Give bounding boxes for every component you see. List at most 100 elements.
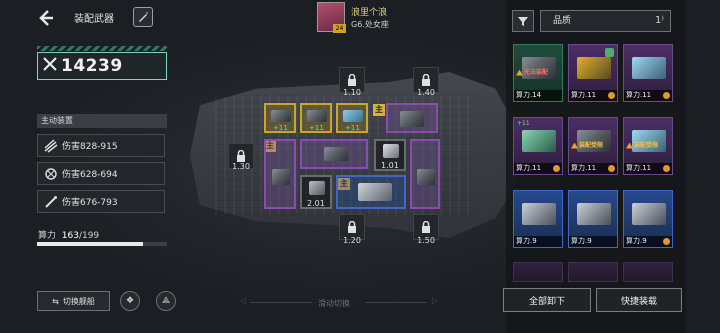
card-cap: 算力.11 [624, 163, 672, 174]
weapon-card[interactable]: 算力.9 [568, 190, 618, 248]
weapon-card-partial[interactable] [623, 262, 673, 282]
weapon-slot[interactable] [336, 175, 406, 209]
warning-text: 无法装配 [524, 69, 549, 76]
warning-text: 装配受限 [579, 142, 604, 149]
main-slot-tag: 主 [373, 104, 385, 116]
card-cap-text: 算力.11 [516, 164, 542, 172]
cannon-icon [577, 57, 611, 79]
chevron-right-icon[interactable]: ▷ [432, 296, 438, 305]
gear-item[interactable]: 伤害628-694 [37, 162, 165, 185]
gun-icon [417, 169, 435, 185]
card-cap-text: 算力.11 [571, 164, 597, 172]
card-cap-text: 算力.9 [626, 237, 647, 245]
quick-equip-button[interactable]: 快捷装载 [596, 288, 682, 312]
quality-select[interactable]: 品质 [540, 10, 671, 32]
swap-icon: ⇆ [52, 296, 59, 306]
status-dot-icon [608, 92, 615, 99]
card-cap-text: 算力.9 [571, 237, 592, 245]
capacity-title: 算力 [38, 231, 57, 241]
card-cap: 算力.11 [514, 163, 562, 174]
weapon-slot[interactable] [410, 139, 440, 209]
warning-icon [626, 142, 633, 149]
weapon-slot[interactable]: 2.01 [300, 175, 332, 209]
filter-button[interactable] [512, 10, 534, 32]
capacity-used: 163 [61, 231, 79, 241]
card-cap: 算力.9 [569, 236, 617, 247]
formation-icon: ❖ [125, 296, 135, 306]
card-cap: 算力.14 [514, 90, 562, 101]
weapon-card-partial[interactable] [513, 262, 563, 282]
weapon-slot[interactable]: +11 [336, 103, 368, 133]
weapon-slot[interactable] [386, 103, 438, 133]
gear-item-label: 伤害628-694 [62, 170, 118, 180]
pen-icon[interactable] [133, 7, 153, 27]
power-stripes [37, 46, 167, 51]
sort-icon[interactable]: 1⁾ [655, 15, 664, 26]
weapon-slot[interactable]: 1.01 [374, 139, 406, 171]
turret-icon [632, 57, 666, 79]
slot-value: 1.01 [381, 161, 399, 170]
weapon-card[interactable]: 装配受限 算力.11 [568, 117, 618, 175]
gear-item-label: 伤害828-915 [62, 142, 118, 152]
warning-label: 装配受限 [626, 140, 658, 149]
page-title: 装配武器 [74, 14, 114, 25]
weapon-card[interactable]: 算力.9 [513, 190, 563, 248]
filter-icon [518, 17, 528, 26]
switch-ship-label: 切换舰船 [62, 296, 95, 306]
weapon-slot[interactable] [264, 139, 296, 209]
weapon-card[interactable]: 无法装配 算力.14 [513, 44, 563, 102]
weapon-card[interactable]: 装配受限 算力.11 [623, 117, 673, 175]
weapon-slot[interactable]: +11 [264, 103, 296, 133]
capacity-label: 算力 163/199 [38, 228, 99, 241]
card-cap: 算力.11 [624, 90, 672, 101]
weapon-card[interactable]: 算力.11 [623, 44, 673, 102]
weapon-card-partial[interactable] [568, 262, 618, 282]
weapon-card[interactable]: 算力.9 [623, 190, 673, 248]
drone-icon [383, 144, 399, 158]
crossed-swords-icon [42, 56, 58, 76]
slot-capacity: 1.40 [417, 88, 435, 97]
cannon-icon [271, 110, 291, 122]
needle-icon [44, 195, 58, 209]
cannon-icon [522, 130, 556, 152]
card-cap-text: 算力.11 [571, 91, 597, 99]
back-arrow-icon[interactable] [36, 8, 56, 28]
gun-icon [577, 203, 611, 225]
status-dot-icon [663, 165, 670, 172]
active-gear-title: 主动装置 [37, 114, 167, 128]
triple-missile-icon [44, 138, 58, 153]
gun-icon [324, 147, 348, 161]
capacity-bar-fill [37, 242, 144, 246]
unload-all-label: 全部卸下 [528, 296, 565, 307]
player-title: G6.处女座 [351, 20, 389, 29]
railgun-icon [358, 183, 392, 201]
warning-label: 装配受限 [571, 140, 603, 149]
fleet-button[interactable]: ⟁ [156, 291, 176, 311]
card-cap-text: 算力.14 [516, 91, 542, 99]
slot-capacity: 1.30 [232, 162, 250, 171]
fleet-icon: ⟁ [161, 296, 171, 306]
player-name: 浪里个浪 [351, 8, 388, 18]
weapon-card[interactable]: 算力.11 [568, 44, 618, 102]
status-dot-icon [663, 238, 670, 245]
gun-icon [632, 203, 666, 225]
swipe-line-right [365, 302, 427, 303]
gear-item[interactable]: 伤害828-915 [37, 134, 165, 157]
status-dot-icon [608, 165, 615, 172]
weapon-card[interactable]: +11 算力.11 [513, 117, 563, 175]
equipped-badge [605, 48, 614, 57]
weapon-slot[interactable]: +11 [300, 103, 332, 133]
cannon-icon [307, 110, 327, 122]
cannon-icon [309, 181, 325, 195]
weapon-slot[interactable] [300, 139, 368, 169]
switch-ship-button[interactable]: ⇆ 切换舰船 [37, 291, 110, 311]
chevron-left-icon[interactable]: ◁ [240, 296, 246, 305]
claw-icon [44, 167, 58, 181]
combat-power-value: 14239 [61, 56, 123, 76]
card-cap: 算力.9 [514, 236, 562, 247]
gear-item[interactable]: 伤害676-793 [37, 190, 165, 213]
formation-button[interactable]: ❖ [120, 291, 140, 311]
warning-text: 装配受限 [634, 142, 659, 149]
combat-power: 14239 [37, 52, 167, 80]
unload-all-button[interactable]: 全部卸下 [503, 288, 591, 312]
